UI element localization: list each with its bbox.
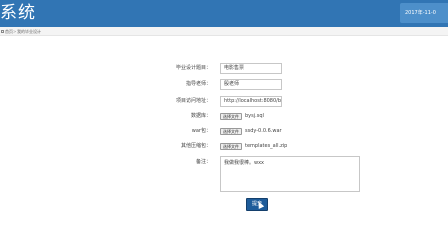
breadcrumb: 首页 > 我的毕业设计 bbox=[0, 27, 448, 36]
project-url-row: 项目访问地址： http://localhost:8080/bi bbox=[0, 96, 448, 107]
project-url-label: 项目访问地址： bbox=[175, 98, 211, 104]
database-row: 数据库： 选择文件 bysj.sql bbox=[0, 111, 448, 122]
zip-row: 其他压缩包： 选择文件 templates_all.zip bbox=[0, 141, 448, 152]
date-display: 2017年-11-0 bbox=[400, 3, 448, 23]
zip-choose-file-button[interactable]: 选择文件 bbox=[220, 143, 242, 150]
note-label: 备注： bbox=[195, 159, 211, 165]
date-text: 2017年-11-0 bbox=[405, 10, 436, 16]
advisor-label: 指导老师： bbox=[185, 81, 211, 87]
database-choose-file-button[interactable]: 选择文件 bbox=[220, 113, 242, 120]
breadcrumb-separator: > bbox=[13, 29, 17, 34]
app-title: 系统 bbox=[0, 3, 36, 23]
advisor-input[interactable]: 殷老师 bbox=[220, 79, 282, 90]
design-title-row: 毕业设计题目： 电影售票 bbox=[0, 63, 448, 74]
note-textarea[interactable]: 我做我很棒。wxx bbox=[220, 156, 360, 192]
zip-file-name: templates_all.zip bbox=[245, 143, 288, 149]
zip-label: 其他压缩包： bbox=[180, 143, 211, 149]
breadcrumb-home[interactable]: 首页 bbox=[5, 27, 13, 36]
advisor-row: 指导老师： 殷老师 bbox=[0, 79, 448, 90]
database-file-name: bysj.sql bbox=[245, 113, 264, 119]
home-icon bbox=[1, 30, 4, 33]
war-choose-file-button[interactable]: 选择文件 bbox=[220, 128, 242, 135]
design-title-input[interactable]: 电影售票 bbox=[220, 63, 282, 74]
app-header: 系统 2017年-11-0 bbox=[0, 0, 448, 27]
design-title-label: 毕业设计题目： bbox=[175, 65, 211, 71]
war-row: war包： 选择文件 ssdy-0.0.6.war bbox=[0, 126, 448, 137]
war-file-name: ssdy-0.0.6.war bbox=[245, 128, 282, 134]
war-label: war包： bbox=[191, 128, 211, 134]
database-label: 数据库： bbox=[190, 113, 211, 119]
project-url-input[interactable]: http://localhost:8080/bi bbox=[220, 96, 282, 107]
breadcrumb-current: 我的毕业设计 bbox=[17, 29, 41, 34]
